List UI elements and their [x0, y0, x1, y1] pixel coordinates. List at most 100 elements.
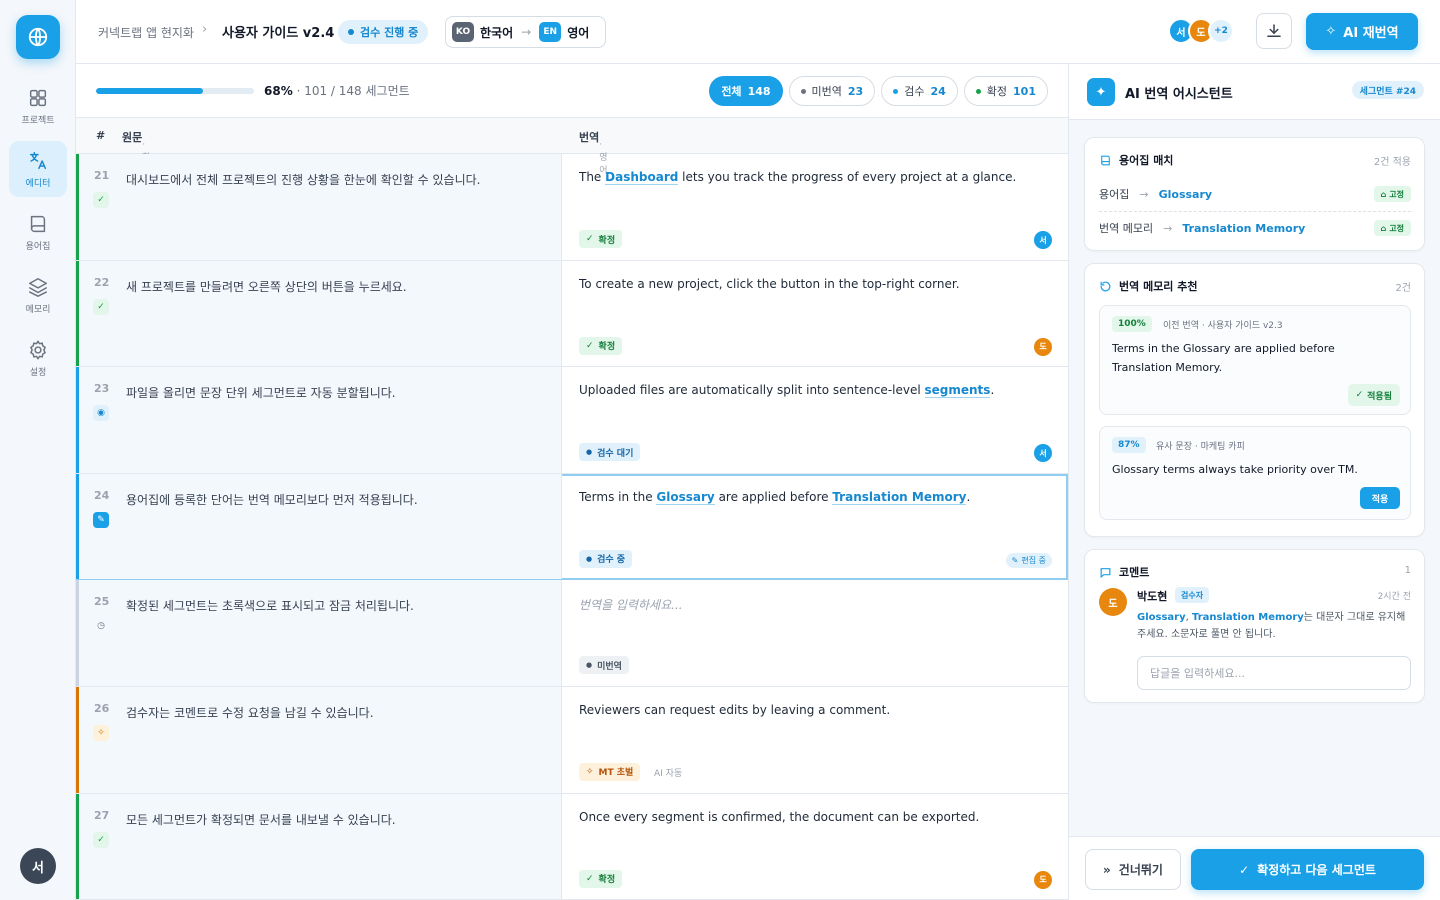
glossary-match-row[interactable]: 번역 메모리 → Translation Memory ⌂ 고정 — [1099, 216, 1411, 240]
sidebar-item-0[interactable]: 프로젝트 — [9, 78, 67, 134]
target-fragment: lets you track the progress of every pro… — [678, 170, 1017, 184]
source-text: 대시보드에서 전체 프로젝트의 진행 상황을 한눈에 확인할 수 있습니다. — [126, 173, 481, 187]
status-badge: ● 미번역 — [579, 656, 629, 675]
glossary-source: 번역 메모리 — [1099, 222, 1154, 235]
source-cell: 23 ◉ 파일을 올리면 문장 단위 세그먼트로 자동 분할됩니다. — [76, 367, 562, 473]
status-dot — [893, 88, 899, 94]
layers-icon — [29, 277, 47, 297]
status-dot: ● — [586, 661, 593, 670]
segment-row[interactable]: 26 ✧ 검수자는 코멘트로 수정 요청을 남길 수 있습니다. Reviewers … — [76, 686, 1068, 794]
status-bar — [76, 260, 79, 367]
tm-suggestion[interactable]: 87% 유사 문장 · 마케팅 카피 Glossary terms always t… — [1099, 426, 1411, 520]
tm-card-meta: 2건 — [1395, 283, 1411, 294]
sparkle-icon: ✧ — [93, 724, 109, 741]
target-fragment: . — [990, 383, 995, 398]
segment-row[interactable]: 21 ✓ 대시보드에서 전체 프로젝트의 진행 상황을 한눈에 확인할 수 있습니다… — [76, 154, 1068, 261]
history-icon — [1100, 281, 1111, 291]
target-text[interactable]: Terms in the Glossary are applied before… — [579, 489, 971, 505]
panel-footer: » 건너뛰기 ✓ 확정하고 다음 세그먼트 — [1069, 836, 1440, 900]
target-text[interactable]: 번역을 입력하세요... — [579, 596, 683, 613]
target-text[interactable]: Reviewers can request edits by leaving a… — [579, 703, 890, 717]
filter-count: 148 — [747, 84, 771, 98]
filter-1[interactable]: 미번역 23 — [788, 76, 876, 106]
comment-author: 박도현 — [1137, 590, 1168, 603]
document-title: 사용자 가이드 v2.4 — [222, 26, 335, 41]
segment-number: 22 — [94, 275, 110, 289]
user-avatar[interactable]: 서 — [20, 848, 56, 884]
tm-apply-button[interactable]: 적용 — [1360, 487, 1400, 509]
source-cell: 25 ◷ 확정된 세그먼트는 초록색으로 표시되고 잠금 처리됩니다. — [76, 580, 562, 686]
skip-button[interactable]: » 건너뛰기 — [1085, 849, 1181, 890]
segment-row[interactable]: 23 ◉ 파일을 올리면 문장 단위 세그먼트로 자동 분할됩니다. Uploaded… — [76, 367, 1068, 474]
confirm-next-label: 확정하고 다음 세그먼트 — [1257, 863, 1376, 877]
col-num: # — [96, 129, 106, 142]
filter-3[interactable]: 확정 101 — [963, 76, 1048, 106]
language-pair-selector[interactable]: KO 한국어 → EN 영어 — [445, 16, 606, 48]
segment-list: 21 ✓ 대시보드에서 전체 프로젝트의 진행 상황을 한눈에 확인할 수 있습니다… — [76, 154, 1068, 900]
filter-2[interactable]: 검수 24 — [881, 76, 958, 106]
sidebar-item-4[interactable]: 설정 — [9, 330, 67, 386]
status-bar — [76, 686, 79, 793]
sidebar-item-3[interactable]: 메모리 — [9, 267, 67, 323]
status-filters: 전체 148 미번역 23 검수 24 확정 101 — [709, 76, 1048, 106]
collaborator-avatars[interactable]: 서 도 +2 — [1168, 18, 1234, 44]
filter-0[interactable]: 전체 148 — [709, 76, 783, 106]
tm-applied-button[interactable]: ✓ 적용됨 — [1347, 384, 1400, 406]
source-cell: 22 ✓ 새 프로젝트를 만들려면 오른쪽 상단의 버튼을 누르세요. — [76, 260, 562, 367]
check-icon: ✓ — [586, 340, 594, 351]
globe-icon[interactable] — [16, 15, 60, 59]
status-badge-label: 확정 — [598, 875, 616, 886]
tm-suggestion[interactable]: 100% 이전 번역 · 사용자 가이드 v2.3 Terms in the Glo… — [1099, 305, 1411, 415]
breadcrumb-project[interactable]: 커넥트랩 앱 현지화 — [98, 24, 194, 41]
status-badge: ✧ MT 초벌 — [579, 762, 641, 781]
sidebar-item-2[interactable]: 용어집 — [9, 204, 67, 260]
panel-title: AI 번역 어시스턴트 — [1125, 87, 1233, 102]
status-dot: ● — [586, 554, 593, 563]
glossary-source: 용어집 — [1099, 188, 1130, 201]
segment-row[interactable]: 22 ✓ 새 프로젝트를 만들려면 오른쪽 상단의 버튼을 누르세요. To crea… — [76, 260, 1068, 368]
segment-row[interactable]: 27 ✓ 모든 세그먼트가 확정되면 문서를 내보낼 수 있습니다. Once eve… — [76, 793, 1068, 900]
source-lang-code: KO — [452, 22, 474, 42]
editing-label: 편집 중 — [1021, 555, 1046, 565]
download-button[interactable] — [1256, 13, 1292, 49]
check-icon: ✓ — [586, 234, 594, 244]
target-text[interactable]: The Dashboard lets you track the progres… — [579, 170, 1017, 185]
pencil-icon: ✎ — [1011, 555, 1019, 565]
arrow-right-icon: → — [521, 25, 532, 39]
avatar: 도 — [1099, 588, 1127, 616]
progress-bar — [96, 87, 254, 94]
arrow-right-icon: → — [1163, 221, 1173, 235]
segment-number: 27 — [94, 808, 110, 822]
comment-icon — [1100, 567, 1111, 578]
glossary-term: Dashboard — [605, 170, 679, 185]
ai-retranslate-button[interactable]: ✧ AI 재번역 — [1306, 13, 1418, 50]
target-fragment: . — [966, 489, 971, 504]
segment-row[interactable]: 25 ◷ 확정된 세그먼트는 초록색으로 표시되고 잠금 처리됩니다. 번역을 입력하… — [76, 580, 1068, 687]
progress-percent: 68% — [264, 84, 293, 98]
segment-number: 23 — [94, 382, 110, 396]
glossary-match-row[interactable]: 용어집 → Glossary ⌂ 고정 — [1099, 182, 1411, 206]
lock-badge: ⌂ 고정 — [1373, 186, 1411, 202]
check-icon: ✓ — [586, 873, 594, 884]
status-badge: ● 검수 중 — [579, 549, 633, 568]
sidebar-item-1[interactable]: 에디터 — [9, 141, 67, 197]
segment-row[interactable]: 24 ✎ 용어집에 등록한 단어는 번역 메모리보다 먼저 적용됩니다. Terms … — [76, 473, 1068, 581]
arrow-right-icon: → — [1139, 187, 1149, 201]
target-text[interactable]: To create a new project, click the butto… — [579, 277, 960, 291]
target-text[interactable]: Uploaded files are automatically split i… — [579, 383, 995, 399]
reply-input[interactable]: 답글을 입력하세요... — [1137, 656, 1411, 690]
segment-number: 24 — [94, 488, 110, 502]
sparkle-icon: ✦ — [1087, 78, 1115, 106]
check-icon: ✓ — [93, 298, 109, 315]
tm-text: Glossary terms always take priority over… — [1112, 463, 1358, 476]
status-badge-label: 검수 대기 — [597, 448, 634, 459]
status-badge-label: 미번역 — [597, 661, 622, 672]
comment-body: Glossary, Translation Memory는 대문자 그대로 유지… — [1137, 609, 1413, 643]
sidebar-item-label: 에디터 — [25, 178, 51, 189]
status-badge-label: 확정 — [598, 342, 616, 353]
confirm-next-button[interactable]: ✓ 확정하고 다음 세그먼트 — [1191, 849, 1424, 890]
target-text[interactable]: Once every segment is confirmed, the doc… — [579, 810, 979, 824]
check-icon: ✓ — [93, 831, 109, 848]
status-badge: ✓ 확정 — [579, 230, 623, 248]
match-percent: 87% — [1112, 437, 1146, 453]
